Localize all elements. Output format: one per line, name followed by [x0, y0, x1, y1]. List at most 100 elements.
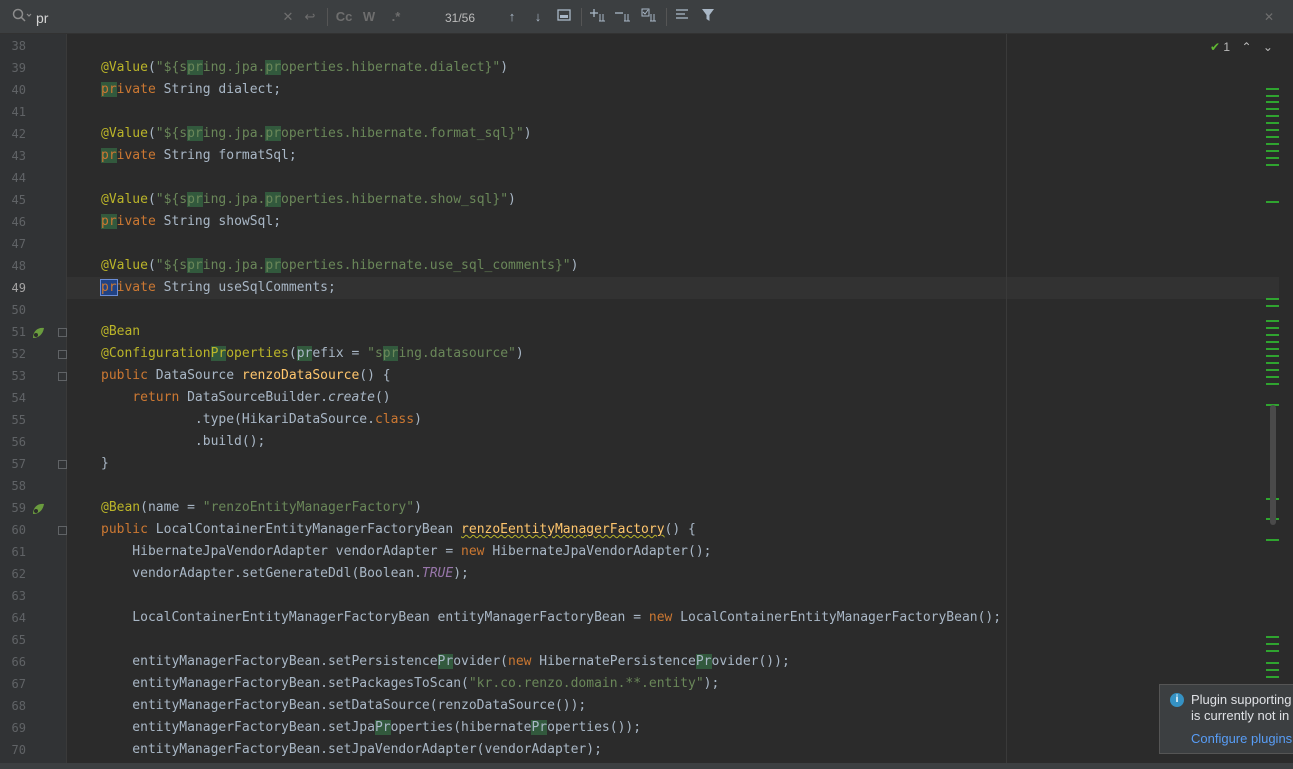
fold-icon[interactable] [58, 526, 67, 535]
occurrence-marker[interactable] [1266, 157, 1279, 159]
code-line: public DataSource renzoDataSource() { [101, 368, 391, 383]
code-line: private String useSqlComments; [100, 279, 336, 296]
occurrence-marker[interactable] [1266, 201, 1279, 203]
line-number: 57 [11, 457, 26, 471]
occurrence-marker[interactable] [1266, 341, 1279, 343]
code-line: HibernateJpaVendorAdapter vendorAdapter … [101, 544, 712, 559]
filter-icon[interactable] [699, 8, 717, 26]
occurrence-marker[interactable] [1266, 669, 1279, 671]
line-number: 63 [11, 589, 26, 603]
find-window-icon[interactable] [555, 8, 573, 26]
code-line: vendorAdapter.setGenerateDdl(Boolean.TRU… [101, 566, 469, 581]
right-margin-guide [1006, 34, 1007, 763]
notification-text: Plugin supporting [1191, 692, 1292, 707]
occurrence-marker[interactable] [1266, 101, 1279, 103]
occurrence-marker[interactable] [1266, 334, 1279, 336]
clear-search-icon[interactable]: ✕ [279, 8, 297, 26]
occurrence-marker[interactable] [1266, 305, 1279, 307]
search-icon[interactable] [12, 8, 32, 27]
occurrence-marker[interactable] [1266, 95, 1279, 97]
code-line: entityManagerFactoryBean.setJpaPropertie… [101, 720, 642, 735]
line-number: 44 [11, 171, 26, 185]
code-line: return DataSourceBuilder.create() [132, 390, 391, 405]
occurrence-marker[interactable] [1266, 636, 1279, 638]
occurrence-marker[interactable] [1266, 320, 1279, 322]
line-number: 42 [11, 127, 26, 141]
code-editor[interactable]: @Value("${spring.jpa.properties.hibernat… [67, 34, 1279, 763]
occurrence-marker[interactable] [1266, 298, 1279, 300]
status-bar [0, 763, 1293, 769]
fold-icon[interactable] [58, 460, 67, 469]
occurrence-marker[interactable] [1266, 164, 1279, 166]
occurrence-marker[interactable] [1266, 115, 1279, 117]
code-line: @Value("${spring.jpa.properties.hibernat… [101, 126, 532, 141]
inspection-widget[interactable]: ✔ 1 ⌃ ⌄ [1210, 40, 1273, 54]
line-number: 67 [11, 677, 26, 691]
line-number: 51 [11, 325, 26, 339]
select-all-occurrences-icon[interactable] [640, 8, 658, 26]
close-search-icon[interactable]: ✕ [1260, 8, 1278, 26]
line-number-gutter: 38 39 40 41 42 43 44 45 46 47 48 49 50 51 52 53 54 55 56 57… [0, 34, 67, 763]
occurrence-marker[interactable] [1266, 539, 1279, 541]
info-icon: i [1170, 693, 1184, 707]
add-occurrence-icon[interactable] [589, 8, 607, 26]
line-number: 41 [11, 105, 26, 119]
regex-toggle[interactable]: .* [387, 8, 405, 26]
occurrence-marker[interactable] [1266, 376, 1279, 378]
separator [666, 8, 667, 26]
occurrence-marker[interactable] [1266, 355, 1279, 357]
code-line: .build(); [101, 434, 266, 449]
occurrence-marker[interactable] [1266, 150, 1279, 152]
code-line: LocalContainerEntityManagerFactoryBean e… [101, 610, 1002, 625]
error-stripe [1279, 34, 1293, 763]
spring-bean-icon[interactable] [31, 325, 45, 339]
occurrence-marker[interactable] [1266, 369, 1279, 371]
line-number: 60 [11, 523, 26, 537]
occurrence-marker[interactable] [1266, 643, 1279, 645]
configure-plugins-link[interactable]: Configure plugins [1191, 731, 1292, 746]
fold-icon[interactable] [58, 350, 67, 359]
fold-icon[interactable] [58, 372, 67, 381]
inspection-count: 1 [1223, 40, 1231, 54]
occurrence-marker[interactable] [1266, 108, 1279, 110]
scrollbar-thumb[interactable] [1270, 405, 1276, 525]
occurrence-marker[interactable] [1266, 662, 1279, 664]
occurrence-marker[interactable] [1266, 136, 1279, 138]
line-number: 53 [11, 369, 26, 383]
match-case-toggle[interactable]: Cc [335, 8, 353, 26]
line-number: 64 [11, 611, 26, 625]
spring-bean-icon[interactable] [31, 501, 45, 515]
fold-icon[interactable] [58, 328, 67, 337]
search-input[interactable] [36, 9, 276, 27]
code-line: @Value("${spring.jpa.properties.hibernat… [101, 60, 509, 75]
whole-word-toggle[interactable]: W [360, 8, 378, 26]
line-number: 52 [11, 347, 26, 361]
occurrence-marker[interactable] [1266, 383, 1279, 385]
line-number: 50 [11, 303, 26, 317]
occurrence-marker[interactable] [1266, 650, 1279, 652]
occurrence-marker[interactable] [1266, 676, 1279, 678]
occurrence-marker[interactable] [1266, 348, 1279, 350]
next-occurrence-icon[interactable]: ↓ [529, 8, 547, 26]
remove-occurrence-icon[interactable] [614, 8, 632, 26]
occurrence-marker[interactable] [1266, 362, 1279, 364]
chevron-up-icon[interactable]: ⌃ [1241, 40, 1251, 54]
occurrence-marker[interactable] [1266, 122, 1279, 124]
plugin-notification: i Plugin supporting is currently not in … [1159, 684, 1293, 754]
previous-occurrence-icon[interactable]: ↑ [503, 8, 521, 26]
notification-text-2: is currently not in [1191, 708, 1290, 723]
occurrence-marker[interactable] [1266, 129, 1279, 131]
code-line: public LocalContainerEntityManagerFactor… [101, 522, 696, 537]
line-number: 70 [11, 743, 26, 757]
search-in-selection-icon[interactable] [673, 8, 691, 26]
occurrence-marker[interactable] [1266, 88, 1279, 90]
new-line-icon[interactable]: ↩ [301, 8, 319, 26]
code-line: private String formatSql; [101, 148, 297, 163]
chevron-down-icon[interactable]: ⌄ [1263, 40, 1273, 54]
line-number: 55 [11, 413, 26, 427]
occurrence-marker[interactable] [1266, 143, 1279, 145]
match-count: 31/56 [445, 11, 476, 25]
line-number: 49 [11, 281, 26, 295]
separator [581, 8, 582, 26]
occurrence-marker[interactable] [1266, 327, 1279, 329]
